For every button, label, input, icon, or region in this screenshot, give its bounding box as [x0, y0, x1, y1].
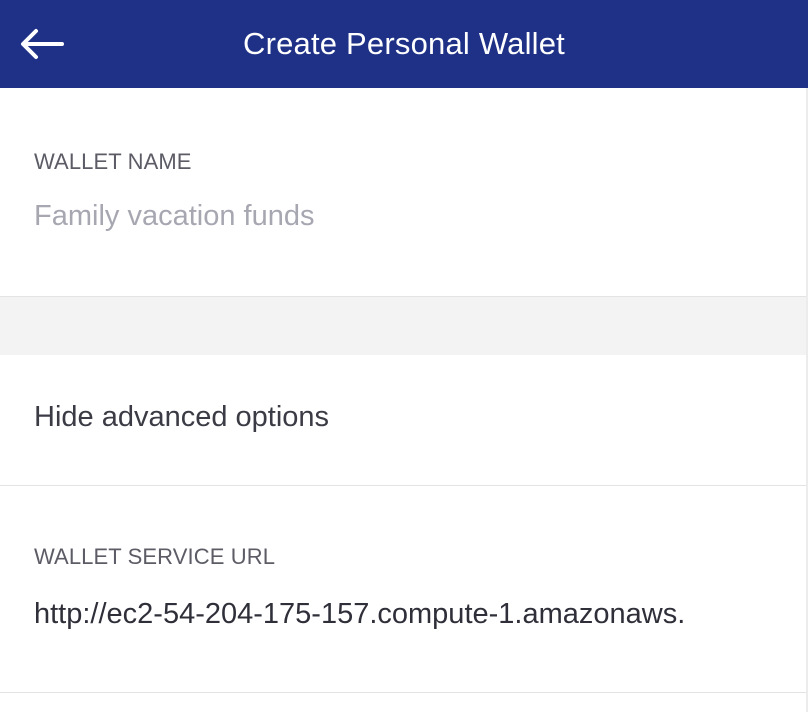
advanced-options-label: Hide advanced options: [34, 401, 330, 433]
hide-advanced-options-toggle[interactable]: Hide advanced options: [0, 355, 806, 486]
section-divider: [0, 297, 806, 355]
wallet-name-label: WALLET NAME: [34, 149, 192, 174]
wallet-service-url-input[interactable]: [34, 594, 804, 634]
wallet-name-section: WALLET NAME: [0, 88, 806, 297]
wallet-service-url-label: WALLET SERVICE URL: [34, 544, 276, 569]
wallet-name-input[interactable]: [34, 196, 774, 236]
page-title: Create Personal Wallet: [243, 26, 565, 61]
form-content: WALLET NAME Hide advanced options WALLET…: [0, 88, 808, 712]
wallet-service-url-section: WALLET SERVICE URL: [0, 486, 806, 693]
create-wallet-screen: Create Personal Wallet WALLET NAME Hide …: [0, 0, 808, 712]
top-app-bar: Create Personal Wallet: [0, 0, 808, 88]
